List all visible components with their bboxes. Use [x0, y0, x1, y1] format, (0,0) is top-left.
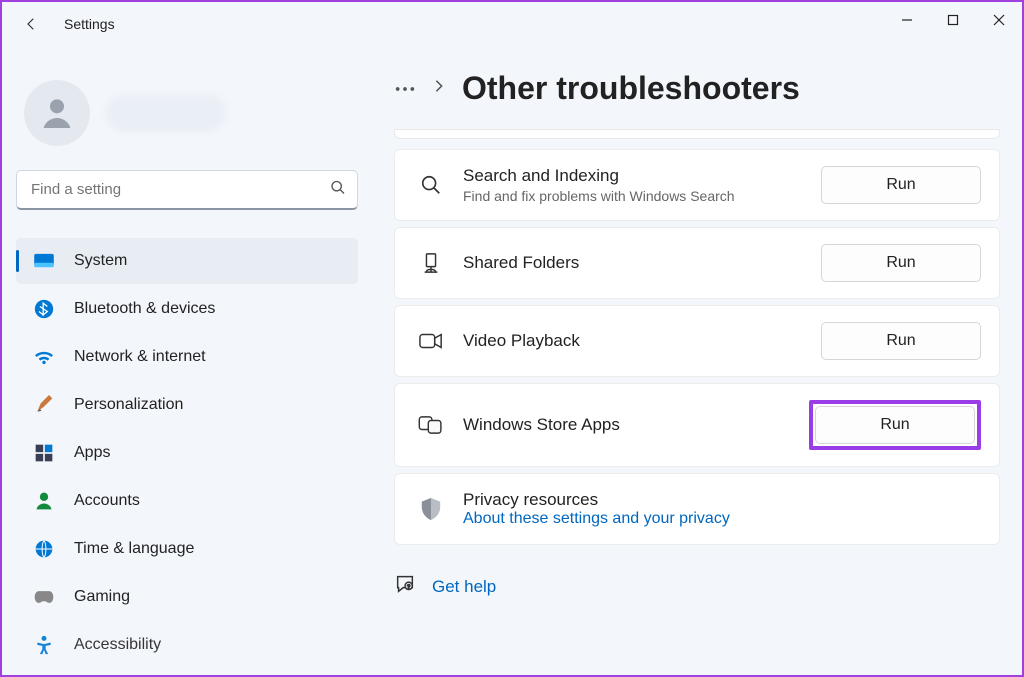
- sidebar-item-gaming[interactable]: Gaming: [16, 574, 358, 620]
- troubleshooter-windows-store-apps: Windows Store Apps Run: [394, 383, 1000, 467]
- video-icon: [413, 332, 449, 350]
- sidebar-item-accessibility[interactable]: Accessibility: [16, 622, 358, 668]
- sidebar-item-system[interactable]: System: [16, 238, 358, 284]
- shared-folder-icon: [413, 252, 449, 274]
- app-title: Settings: [64, 16, 115, 32]
- card-title: Search and Indexing: [463, 166, 821, 186]
- gethelp-link[interactable]: Get help: [432, 577, 496, 597]
- sidebar-item-network[interactable]: Network & internet: [16, 334, 358, 380]
- brush-icon: [30, 395, 58, 415]
- run-button[interactable]: Run: [815, 406, 975, 444]
- page-title: Other troubleshooters: [462, 70, 800, 107]
- apps-icon: [30, 443, 58, 463]
- sidebar-item-personalization[interactable]: Personalization: [16, 382, 358, 428]
- profile-section[interactable]: [16, 66, 358, 170]
- sidebar-item-label: Personalization: [74, 396, 183, 414]
- sidebar-item-label: Bluetooth & devices: [74, 300, 215, 318]
- privacy-resources-card: Privacy resources About these settings a…: [394, 473, 1000, 545]
- sidebar-item-apps[interactable]: Apps: [16, 430, 358, 476]
- shield-icon: [413, 497, 449, 521]
- svg-text:?: ?: [407, 585, 410, 591]
- wifi-icon: [30, 348, 58, 366]
- sidebar-item-label: Apps: [74, 444, 110, 462]
- privacy-link[interactable]: About these settings and your privacy: [463, 510, 981, 528]
- run-button[interactable]: Run: [821, 166, 981, 204]
- avatar: [24, 80, 90, 146]
- sidebar-item-label: Time & language: [74, 540, 194, 558]
- bluetooth-icon: [30, 299, 58, 319]
- troubleshooter-search-indexing: Search and Indexing Find and fix problem…: [394, 149, 1000, 221]
- card-subtitle: Find and fix problems with Windows Searc…: [463, 188, 821, 204]
- sidebar-item-label: Accessibility: [74, 636, 161, 654]
- minimize-button[interactable]: [884, 2, 930, 38]
- run-button[interactable]: Run: [821, 322, 981, 360]
- username-placeholder: [106, 95, 226, 131]
- breadcrumb: Other troubleshooters: [394, 70, 1000, 107]
- maximize-button[interactable]: [930, 2, 976, 38]
- gethelp-icon: ?: [394, 573, 416, 600]
- sidebar-item-accounts[interactable]: Accounts: [16, 478, 358, 524]
- card-title: Windows Store Apps: [463, 415, 809, 435]
- sidebar-item-label: System: [74, 252, 127, 270]
- sidebar-item-time-language[interactable]: Time & language: [16, 526, 358, 572]
- search-icon: [330, 180, 346, 201]
- search-input[interactable]: [16, 170, 358, 210]
- troubleshooter-shared-folders: Shared Folders Run: [394, 227, 1000, 299]
- back-button[interactable]: [22, 15, 40, 33]
- sidebar-nav: System Bluetooth & devices Network & int…: [16, 238, 358, 668]
- previous-card-stub: [394, 129, 1000, 139]
- system-icon: [30, 253, 58, 269]
- sidebar-item-label: Network & internet: [74, 348, 206, 366]
- sidebar-item-label: Accounts: [74, 492, 140, 510]
- sidebar-item-label: Gaming: [74, 588, 130, 606]
- account-icon: [30, 491, 58, 511]
- highlight-annotation: Run: [809, 400, 981, 450]
- sidebar-item-bluetooth[interactable]: Bluetooth & devices: [16, 286, 358, 332]
- card-title: Shared Folders: [463, 253, 821, 273]
- close-button[interactable]: [976, 2, 1022, 38]
- card-title: Video Playback: [463, 331, 821, 351]
- gaming-icon: [30, 589, 58, 605]
- time-icon: [30, 539, 58, 559]
- privacy-title: Privacy resources: [463, 490, 981, 510]
- chevron-right-icon: [434, 79, 444, 98]
- accessibility-icon: [30, 635, 58, 655]
- store-apps-icon: [413, 416, 449, 434]
- troubleshooter-video-playback: Video Playback Run: [394, 305, 1000, 377]
- breadcrumb-more-icon[interactable]: [394, 80, 416, 98]
- run-button[interactable]: Run: [821, 244, 981, 282]
- search-icon: [413, 174, 449, 196]
